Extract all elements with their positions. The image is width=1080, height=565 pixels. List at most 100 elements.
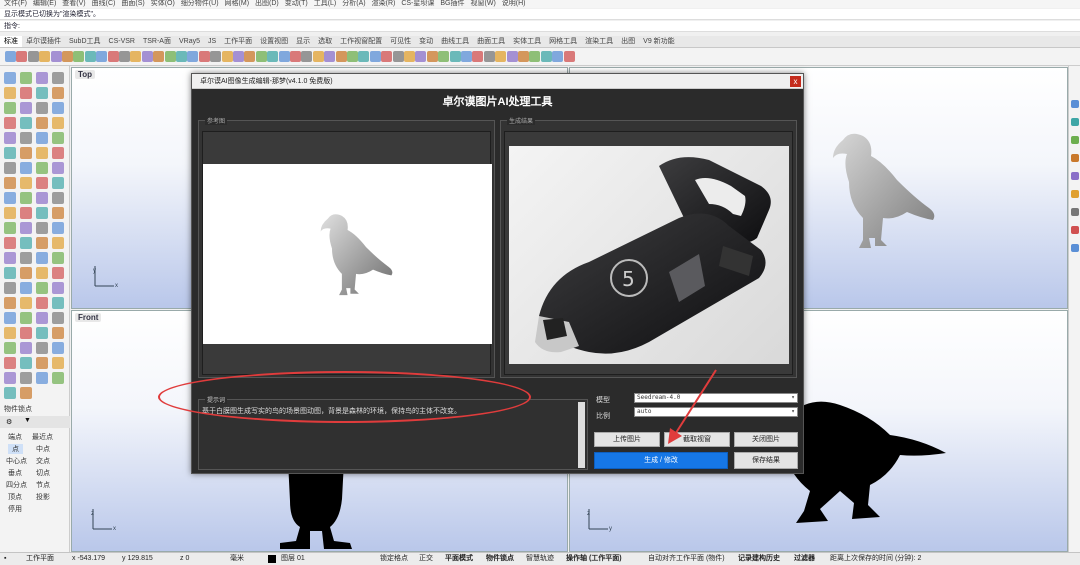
- toolbar-tool-icon[interactable]: [324, 51, 336, 62]
- panel-toggle-icon[interactable]: [1071, 172, 1079, 180]
- toolbar-tool-icon[interactable]: [198, 51, 210, 62]
- palette-tool-icon[interactable]: [52, 177, 64, 189]
- palette-tool-icon[interactable]: [36, 267, 48, 279]
- osnap-end[interactable]: 端点: [8, 432, 22, 442]
- toolbar-tool-icon[interactable]: [438, 51, 450, 62]
- upload-image-button[interactable]: 上传图片: [594, 432, 660, 447]
- toolbar-tool-icon[interactable]: [426, 51, 438, 62]
- settings-icon[interactable]: ⚙: [6, 418, 12, 426]
- palette-tool-icon[interactable]: [4, 87, 16, 99]
- menu-item[interactable]: 渲染(R): [372, 0, 396, 8]
- osnap-center[interactable]: 中心点: [6, 456, 27, 466]
- palette-tool-icon[interactable]: [36, 357, 48, 369]
- toolbar-tool-icon[interactable]: [16, 51, 28, 62]
- palette-tool-icon[interactable]: [20, 177, 32, 189]
- command-prompt[interactable]: 指令:: [0, 21, 1080, 32]
- panel-toggle-icon[interactable]: [1071, 118, 1079, 126]
- menu-item[interactable]: 分析(A): [342, 0, 365, 8]
- toolbar-tool-icon[interactable]: [392, 51, 404, 62]
- toolbar-tool-icon[interactable]: [312, 51, 324, 62]
- palette-tool-icon[interactable]: [52, 357, 64, 369]
- toolbar-tool-icon[interactable]: [5, 51, 16, 62]
- toolbar-tool-icon[interactable]: [210, 51, 222, 62]
- menu-item[interactable]: 细分物件(U): [181, 0, 219, 8]
- panel-toggle-icon[interactable]: [1071, 208, 1079, 216]
- palette-tool-icon[interactable]: [36, 117, 48, 129]
- status-osnap[interactable]: 物件锁点: [486, 553, 514, 565]
- palette-tool-icon[interactable]: [36, 372, 48, 384]
- osnap-project[interactable]: 投影: [36, 492, 50, 502]
- viewport-label-front[interactable]: Front: [75, 313, 102, 322]
- palette-tool-icon[interactable]: [36, 342, 48, 354]
- menu-item[interactable]: 变动(T): [285, 0, 308, 8]
- toolbar-tool-icon[interactable]: [301, 51, 313, 62]
- close-icon[interactable]: x: [790, 76, 801, 87]
- toolbar-tool-icon[interactable]: [84, 51, 96, 62]
- panel-toggle-icon[interactable]: [1071, 190, 1079, 198]
- menu-item[interactable]: 文件(F): [4, 0, 27, 8]
- tab[interactable]: 工作视窗配置: [336, 36, 386, 47]
- palette-tool-icon[interactable]: [4, 237, 16, 249]
- palette-tool-icon[interactable]: [52, 132, 64, 144]
- tab[interactable]: 设置视图: [256, 36, 292, 47]
- palette-tool-icon[interactable]: [52, 117, 64, 129]
- palette-tool-icon[interactable]: [52, 342, 64, 354]
- osnap-knot[interactable]: 节点: [36, 480, 50, 490]
- palette-tool-icon[interactable]: [4, 132, 16, 144]
- status-grid-snap[interactable]: 锁定格点: [380, 553, 408, 565]
- palette-tool-icon[interactable]: [20, 117, 32, 129]
- panel-toggle-icon[interactable]: [1071, 154, 1079, 162]
- toolbar-tool-icon[interactable]: [107, 51, 119, 62]
- osnap-quad[interactable]: 四分点: [6, 480, 27, 490]
- tab[interactable]: 曲面工具: [473, 36, 509, 47]
- menu-item[interactable]: CS-星坝课: [401, 0, 434, 8]
- tab[interactable]: V9 新功能: [639, 36, 679, 47]
- toolbar-tool-icon[interactable]: [153, 51, 165, 62]
- palette-tool-icon[interactable]: [4, 357, 16, 369]
- status-cplane[interactable]: 工作平面: [26, 553, 54, 565]
- osnap-tan[interactable]: 切点: [36, 468, 50, 478]
- toolbar-tool-icon[interactable]: [27, 51, 39, 62]
- osnap-mid[interactable]: 中点: [36, 444, 50, 454]
- menu-item[interactable]: BG插件: [440, 0, 464, 8]
- palette-tool-icon[interactable]: [4, 372, 16, 384]
- toolbar-tool-icon[interactable]: [50, 51, 62, 62]
- palette-tool-icon[interactable]: [4, 177, 16, 189]
- toolbar-tool-icon[interactable]: [540, 51, 552, 62]
- palette-tool-icon[interactable]: [52, 267, 64, 279]
- panel-toggle-icon[interactable]: [1071, 226, 1079, 234]
- palette-tool-icon[interactable]: [36, 327, 48, 339]
- toolbar-tool-icon[interactable]: [187, 51, 199, 62]
- tab[interactable]: TSR-A面: [139, 36, 175, 47]
- toolbar-tool-icon[interactable]: [461, 51, 472, 62]
- palette-tool-icon[interactable]: [36, 102, 48, 114]
- palette-tool-icon[interactable]: [4, 102, 16, 114]
- toolbar-tool-icon[interactable]: [529, 51, 541, 62]
- palette-tool-icon[interactable]: [20, 342, 32, 354]
- palette-tool-icon[interactable]: [4, 327, 16, 339]
- palette-tool-icon[interactable]: [20, 327, 32, 339]
- palette-tool-icon[interactable]: [20, 87, 32, 99]
- palette-tool-icon[interactable]: [4, 387, 16, 399]
- toolbar-tool-icon[interactable]: [267, 51, 279, 62]
- toolbar-tool-icon[interactable]: [278, 51, 290, 62]
- palette-tool-icon[interactable]: [52, 312, 64, 324]
- tab[interactable]: 工作平面: [220, 36, 256, 47]
- palette-tool-icon[interactable]: [20, 387, 32, 399]
- toolbar-tool-icon[interactable]: [381, 51, 393, 62]
- toolbar-tool-icon[interactable]: [62, 51, 73, 62]
- panel-toggle-icon[interactable]: [1071, 136, 1079, 144]
- palette-tool-icon[interactable]: [4, 222, 16, 234]
- status-planar[interactable]: 平面模式: [445, 553, 473, 565]
- palette-tool-icon[interactable]: [20, 207, 32, 219]
- tab[interactable]: 实体工具: [509, 36, 545, 47]
- palette-tool-icon[interactable]: [4, 252, 16, 264]
- palette-tool-icon[interactable]: [52, 237, 64, 249]
- tab[interactable]: SubD工具: [65, 36, 105, 47]
- palette-tool-icon[interactable]: [20, 252, 32, 264]
- status-filter[interactable]: 过滤器: [794, 553, 815, 565]
- palette-tool-icon[interactable]: [4, 312, 16, 324]
- toolbar-tool-icon[interactable]: [244, 51, 256, 62]
- status-history[interactable]: 记录建构历史: [738, 553, 780, 565]
- palette-tool-icon[interactable]: [52, 162, 64, 174]
